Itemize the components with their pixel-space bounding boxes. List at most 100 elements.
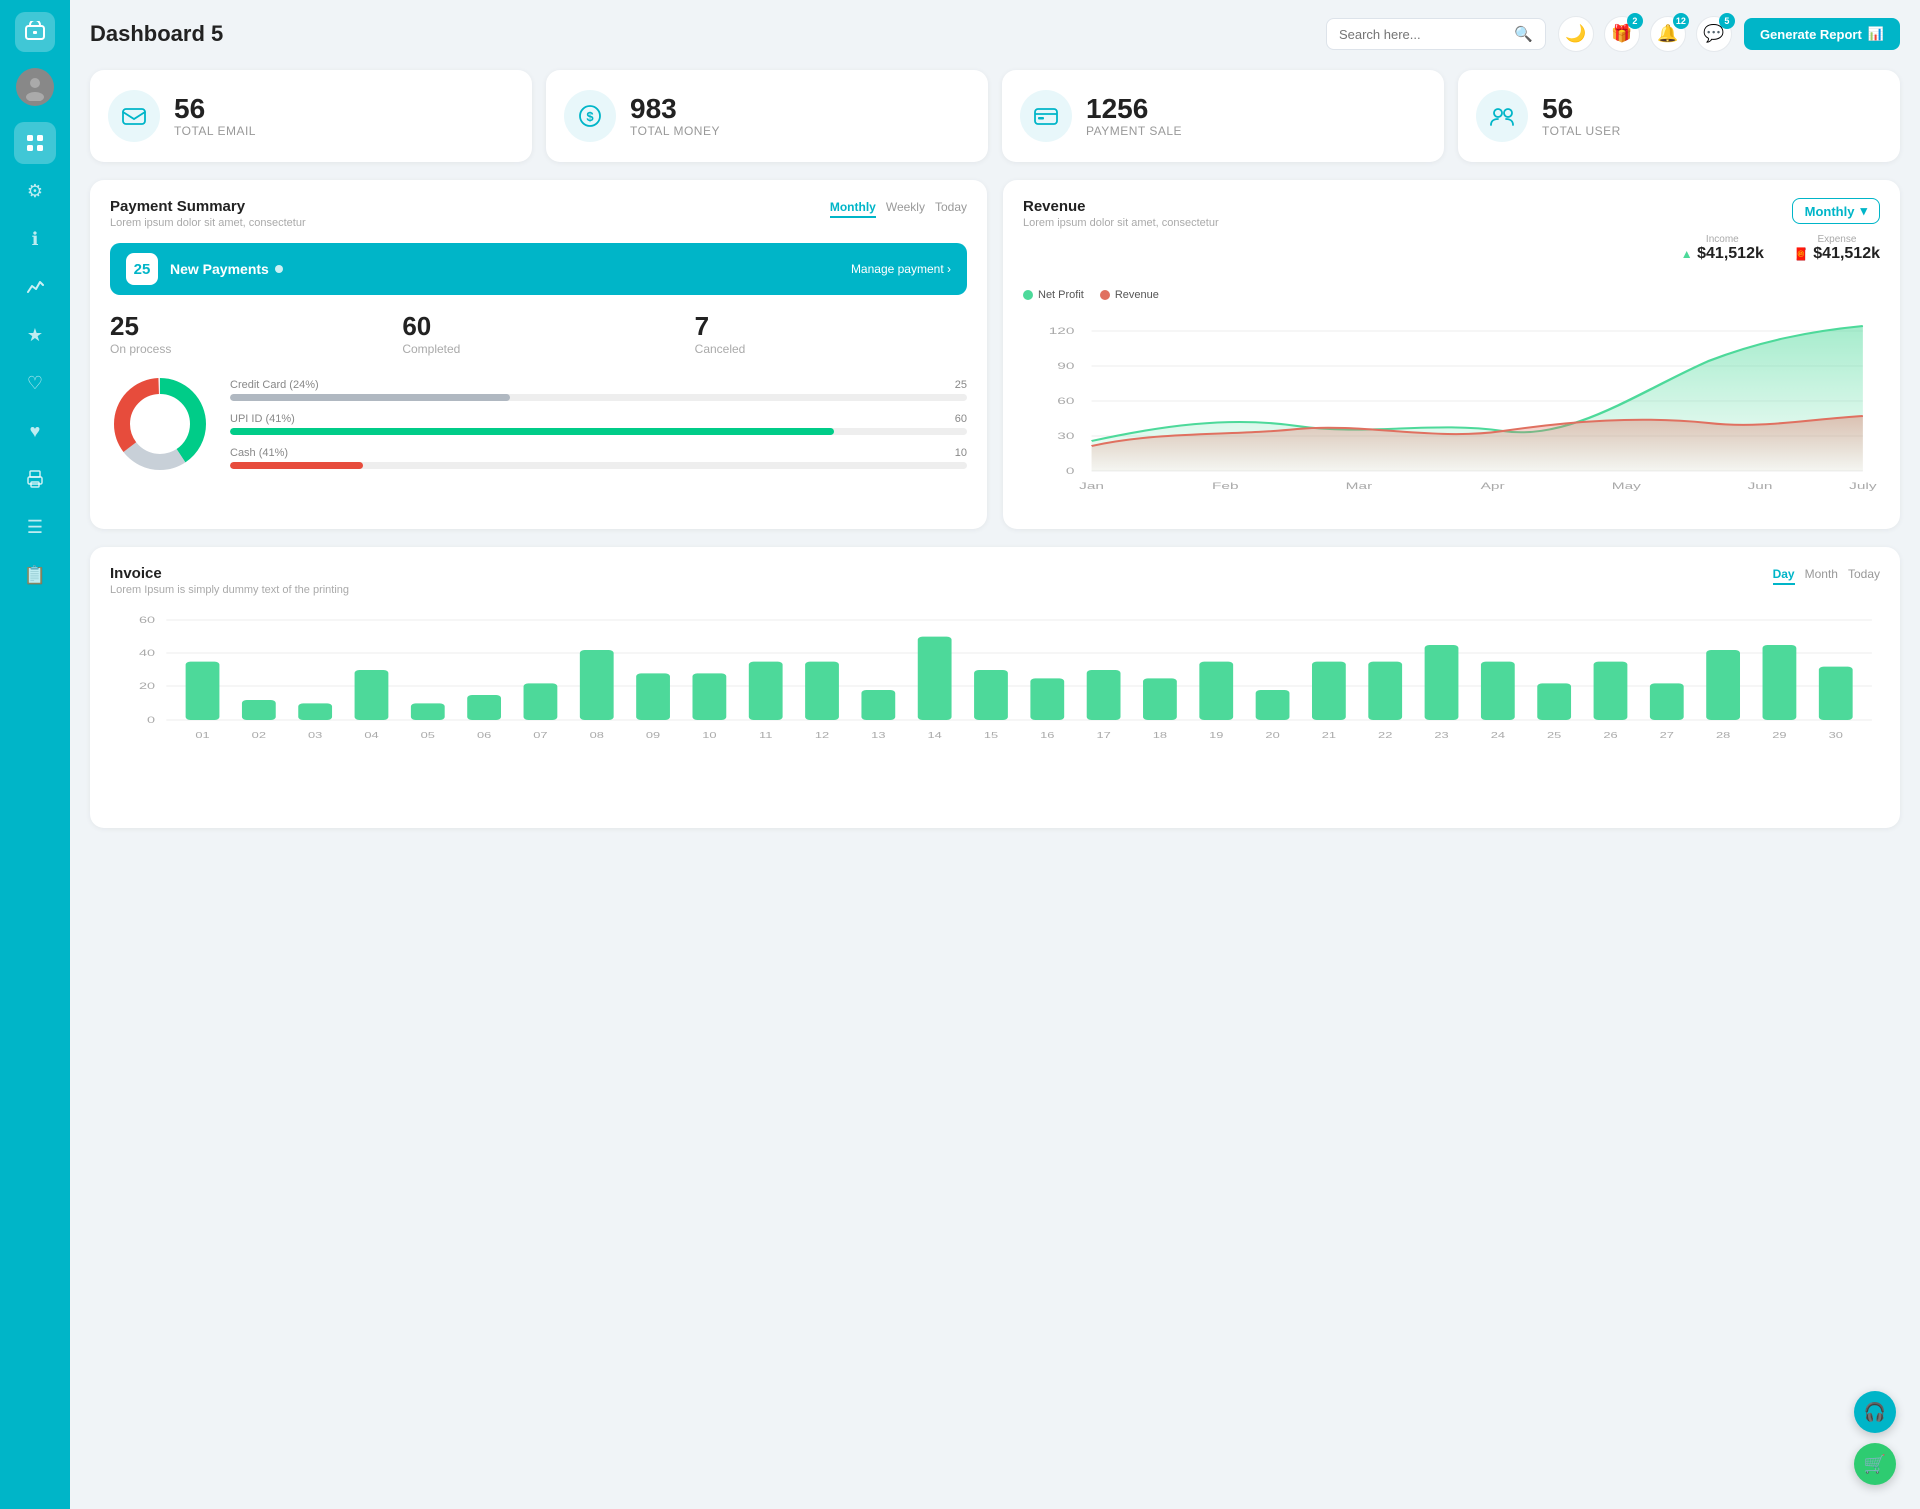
invoice-card: Invoice Lorem Ipsum is simply dummy text… <box>90 547 1900 828</box>
invoice-subtitle: Lorem Ipsum is simply dummy text of the … <box>110 584 349 596</box>
stat-card-total-email: 56 TOTAL EMAIL <box>90 70 532 162</box>
stat-icon-user <box>1476 90 1528 142</box>
stat-card-total-money: $ 983 TOTAL MONEY <box>546 70 988 162</box>
svg-text:0: 0 <box>147 715 155 725</box>
stat-num-user: 56 <box>1542 94 1621 125</box>
expense-icon: 🧧 <box>1794 247 1809 261</box>
svg-text:08: 08 <box>590 731 604 740</box>
stat-num-email: 56 <box>174 94 256 125</box>
sidebar-item-print[interactable] <box>14 458 56 500</box>
svg-text:26: 26 <box>1603 731 1617 740</box>
cart-fab[interactable]: 🛒 <box>1854 1443 1896 1485</box>
manage-payment-link[interactable]: Manage payment › <box>851 262 951 276</box>
svg-text:30: 30 <box>1057 431 1074 441</box>
search-box[interactable]: 🔍 <box>1326 18 1546 50</box>
search-icon: 🔍 <box>1514 25 1533 43</box>
svg-text:29: 29 <box>1772 731 1786 740</box>
tab-weekly[interactable]: Weekly <box>886 198 925 218</box>
sidebar-item-heart-outline[interactable]: ♡ <box>14 362 56 404</box>
payment-stats-three: 25 On process 60 Completed 7 Canceled <box>110 311 967 356</box>
stat-icon-email <box>108 90 160 142</box>
stat-num-money: 983 <box>630 94 720 125</box>
tab-today[interactable]: Today <box>935 198 967 218</box>
stat-label-user: TOTAL USER <box>1542 124 1621 138</box>
revenue-title: Revenue <box>1023 198 1219 215</box>
tab-monthly[interactable]: Monthly <box>830 198 876 218</box>
income-stat: Income ▲ $41,512k <box>1681 234 1764 263</box>
support-fab[interactable]: 🎧 <box>1854 1391 1896 1433</box>
payment-summary-card: Payment Summary Lorem ipsum dolor sit am… <box>90 180 987 529</box>
svg-text:120: 120 <box>1049 326 1075 336</box>
bar-val-cash: 10 <box>955 447 967 459</box>
svg-text:24: 24 <box>1491 731 1505 740</box>
stat-num-payment: 1256 <box>1086 94 1182 125</box>
stats-row: 56 TOTAL EMAIL $ 983 TOTAL MONEY <box>90 70 1900 162</box>
invoice-chart: 60 40 20 0 01020304050607080910111213141… <box>110 610 1880 810</box>
stat-label-payment: PAYMENT SALE <box>1086 124 1182 138</box>
sidebar-avatar[interactable] <box>16 68 54 106</box>
bar-val-upi: 60 <box>955 413 967 425</box>
svg-text:Jun: Jun <box>1748 481 1773 491</box>
svg-text:May: May <box>1612 481 1642 491</box>
bar-row-cash: Cash (41%) 10 <box>230 447 967 469</box>
invoice-header: Invoice Lorem Ipsum is simply dummy text… <box>110 565 1880 596</box>
svg-text:07: 07 <box>533 731 547 740</box>
sidebar-item-chart[interactable] <box>14 266 56 308</box>
donut-chart <box>110 374 210 474</box>
svg-text:22: 22 <box>1378 731 1392 740</box>
gift-icon-btn[interactable]: 🎁 2 <box>1604 16 1640 52</box>
invoice-tab-day[interactable]: Day <box>1773 565 1795 585</box>
bar-label-upi: UPI ID (41%) <box>230 413 295 425</box>
bell-icon-btn[interactable]: 🔔 12 <box>1650 16 1686 52</box>
gift-badge: 2 <box>1627 13 1643 29</box>
svg-text:21: 21 <box>1322 731 1336 740</box>
legend-revenue: Revenue <box>1100 289 1159 301</box>
invoice-title: Invoice <box>110 565 349 582</box>
svg-text:30: 30 <box>1829 731 1843 740</box>
payment-summary-subtitle: Lorem ipsum dolor sit amet, consectetur <box>110 217 306 229</box>
payment-tab-group: Monthly Weekly Today <box>830 198 967 218</box>
sidebar-item-settings[interactable]: ⚙ <box>14 170 56 212</box>
bar-val-credit: 25 <box>955 379 967 391</box>
sidebar-item-star[interactable]: ★ <box>14 314 56 356</box>
svg-text:19: 19 <box>1209 731 1223 740</box>
middle-row: Payment Summary Lorem ipsum dolor sit am… <box>90 180 1900 529</box>
svg-text:13: 13 <box>871 731 885 740</box>
chat-badge: 5 <box>1719 13 1735 29</box>
search-input[interactable] <box>1339 27 1508 42</box>
svg-text:28: 28 <box>1716 731 1730 740</box>
sidebar-item-info[interactable]: ℹ <box>14 218 56 260</box>
revenue-subtitle: Lorem ipsum dolor sit amet, consectetur <box>1023 217 1219 229</box>
invoice-tab-today[interactable]: Today <box>1848 565 1880 585</box>
svg-text:05: 05 <box>421 731 435 740</box>
bar-row-credit: Credit Card (24%) 25 <box>230 379 967 401</box>
generate-report-button[interactable]: Generate Report 📊 <box>1744 18 1900 50</box>
revenue-card: Revenue Lorem ipsum dolor sit amet, cons… <box>1003 180 1900 529</box>
stat-canceled: 7 Canceled <box>695 311 967 356</box>
svg-text:11: 11 <box>759 731 772 740</box>
svg-text:60: 60 <box>1057 396 1074 406</box>
sidebar-item-list[interactable]: ☰ <box>14 506 56 548</box>
chevron-down-icon: ▾ <box>1860 203 1867 219</box>
svg-text:Feb: Feb <box>1212 481 1239 491</box>
expense-stat: Expense 🧧 $41,512k <box>1794 234 1880 263</box>
dark-mode-toggle[interactable]: 🌙 <box>1558 16 1594 52</box>
sidebar-item-heart-filled[interactable]: ♥ <box>14 410 56 452</box>
svg-text:$: $ <box>586 109 594 124</box>
invoice-tab-group: Day Month Today <box>1773 565 1880 585</box>
svg-text:09: 09 <box>646 731 660 740</box>
revenue-monthly-dropdown[interactable]: Monthly ▾ <box>1792 198 1880 224</box>
chat-icon-btn[interactable]: 💬 5 <box>1696 16 1732 52</box>
svg-text:20: 20 <box>1265 731 1279 740</box>
svg-text:14: 14 <box>928 731 942 740</box>
invoice-tab-month[interactable]: Month <box>1805 565 1838 585</box>
svg-text:17: 17 <box>1096 731 1110 740</box>
sidebar-item-note[interactable]: 📋 <box>14 554 56 596</box>
stat-card-total-user: 56 TOTAL USER <box>1458 70 1900 162</box>
sidebar-item-grid[interactable] <box>14 122 56 164</box>
header: Dashboard 5 🔍 🌙 🎁 2 🔔 12 💬 5 Generate Re… <box>90 16 1900 52</box>
sidebar-logo[interactable] <box>15 12 55 52</box>
stat-label-money: TOTAL MONEY <box>630 124 720 138</box>
payment-bars: Credit Card (24%) 25 UPI ID (41%) 60 <box>230 379 967 469</box>
legend-net-profit: Net Profit <box>1023 289 1084 301</box>
